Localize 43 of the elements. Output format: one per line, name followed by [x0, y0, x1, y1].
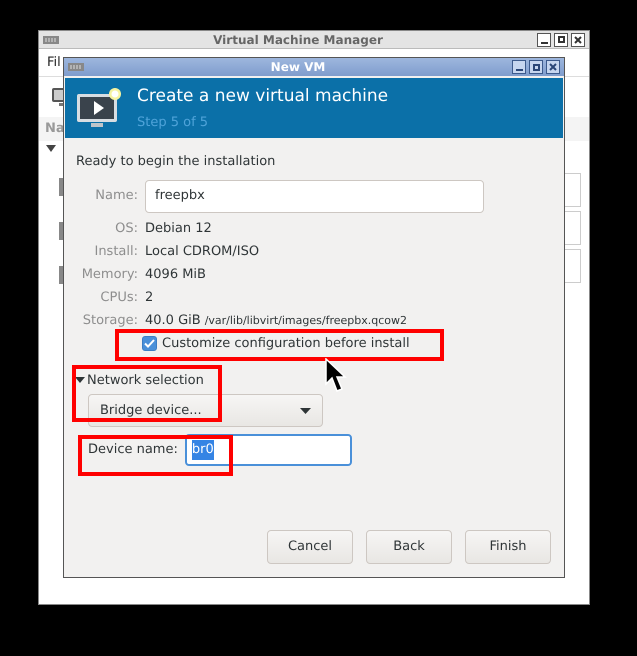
name-field[interactable]: freepbx	[145, 180, 484, 212]
field-label: Memory:	[80, 266, 138, 284]
close-icon	[574, 36, 582, 44]
close-button[interactable]	[571, 32, 585, 46]
field-label: Storage:	[82, 312, 138, 330]
field-label: Device name:	[88, 441, 178, 460]
dialog-button[interactable]: Finish	[465, 530, 551, 564]
field-value: 40.0 GiB	[145, 312, 201, 330]
field-label: CPUs:	[99, 289, 138, 308]
minimize-button[interactable]	[512, 60, 526, 74]
window-title: New VM	[270, 59, 326, 76]
window-icon	[43, 34, 59, 44]
column-header: Na	[45, 120, 65, 138]
field-label: OS:	[114, 220, 138, 238]
device-name-field[interactable]: br0	[184, 434, 352, 466]
field-value: 4096 MiB	[145, 266, 206, 284]
expander-icon[interactable]	[75, 376, 85, 384]
step-label: Step 5 of 5	[137, 114, 210, 132]
window-icon	[68, 62, 84, 72]
header-title: Create a new virtual machine	[137, 84, 388, 108]
dialog-button[interactable]: Cancel	[267, 530, 353, 564]
close-button[interactable]	[546, 60, 560, 74]
field-value: 2	[145, 289, 154, 308]
maximize-button[interactable]	[554, 32, 568, 46]
dialog-button[interactable]: Back	[366, 530, 452, 564]
checkbox[interactable]	[142, 336, 157, 351]
field-value: Debian 12	[145, 220, 212, 238]
minimize-button[interactable]	[537, 32, 551, 46]
expander-label[interactable]: Network selection	[87, 370, 204, 390]
network-dropdown[interactable]: Bridge device...	[88, 394, 323, 427]
field-label: Name:	[94, 187, 138, 206]
caret-icon	[300, 408, 311, 414]
mouse-pointer-icon	[325, 358, 347, 393]
close-icon	[549, 63, 557, 71]
window-title: Virtual Machine Manager	[213, 32, 383, 48]
field-label: Install:	[93, 243, 138, 262]
expander-icon[interactable]	[46, 145, 56, 153]
field-value: Local CDROM/ISO	[145, 243, 260, 262]
checkbox-label[interactable]: Customize configuration before install	[162, 334, 410, 354]
storage-path: /var/lib/libvirt/images/freepbx.qcow2	[204, 312, 407, 329]
maximize-button[interactable]	[529, 60, 543, 74]
intro-text: Ready to begin the installation	[76, 153, 276, 171]
menu-item[interactable]: Fil	[47, 52, 61, 72]
